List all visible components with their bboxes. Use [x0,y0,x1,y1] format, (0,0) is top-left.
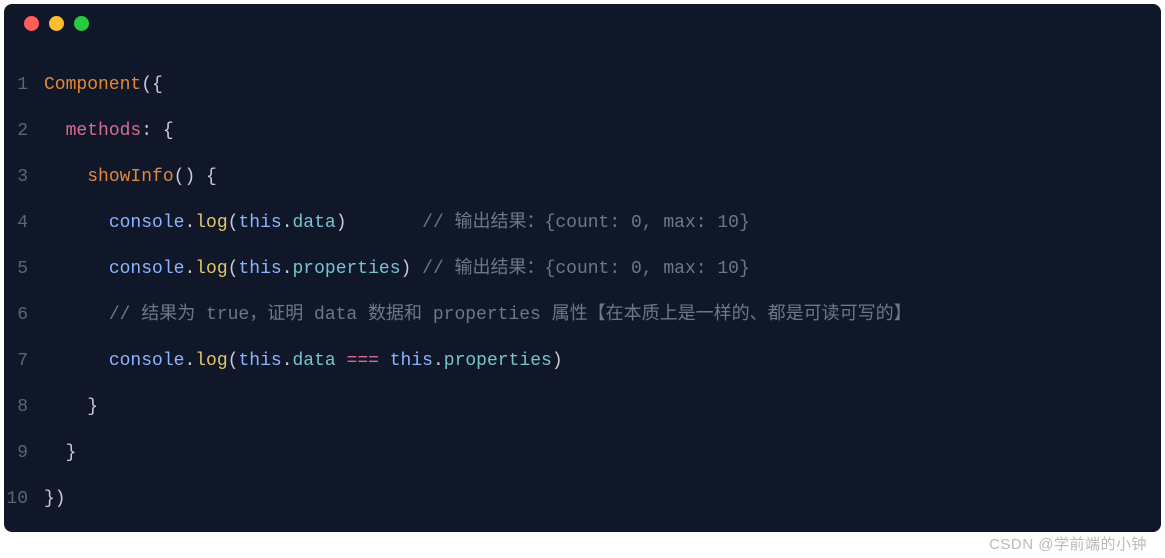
code-area: 1Component({2 methods: {3 showInfo() {4 … [4,42,1161,532]
code-content: } [44,384,98,430]
line-number: 8 [4,384,44,430]
token-punc: ( [228,351,239,371]
token-prop: properties [444,351,552,371]
code-line: 4 console.log(this.data) // 输出结果：{count:… [4,200,1161,246]
token-method: log [195,351,227,371]
token-key: methods [66,121,142,141]
token-punc [336,351,347,371]
token-call: showInfo [87,167,173,187]
line-number: 2 [4,108,44,154]
token-punc: . [184,213,195,233]
code-content: // 结果为 true，证明 data 数据和 properties 属性【在本… [44,292,912,338]
token-punc: ) [552,351,563,371]
token-punc: ( [228,213,239,233]
code-window: 1Component({2 methods: {3 showInfo() {4 … [4,4,1161,532]
token-builtin: this [238,351,281,371]
token-punc: . [184,351,195,371]
code-content: showInfo() { [44,154,217,200]
token-punc: } [87,397,98,417]
token-builtin: this [238,213,281,233]
titlebar [4,4,1161,42]
code-content: }) [44,476,66,522]
token-punc: () { [174,167,217,187]
code-line: 5 console.log(this.properties) // 输出结果：{… [4,246,1161,292]
line-number: 6 [4,292,44,338]
token-punc: : { [141,121,173,141]
token-punc: ) [401,259,423,279]
code-content: Component({ [44,62,163,108]
token-punc: }) [44,489,66,509]
code-line: 1Component({ [4,62,1161,108]
maximize-icon[interactable] [74,16,89,31]
minimize-icon[interactable] [49,16,64,31]
watermark: CSDN @学前端的小钟 [989,533,1147,554]
line-number: 7 [4,338,44,384]
code-line: 3 showInfo() { [4,154,1161,200]
token-comment: // 结果为 true，证明 data 数据和 properties 属性【在本… [109,305,912,325]
token-punc: . [282,213,293,233]
token-prop: data [293,213,336,233]
code-line: 8 } [4,384,1161,430]
close-icon[interactable] [24,16,39,31]
token-comment: // 输出结果：{count: 0, max: 10} [422,213,750,233]
token-builtin: console [109,351,185,371]
code-line: 9 } [4,430,1161,476]
code-line: 6 // 结果为 true，证明 data 数据和 properties 属性【… [4,292,1161,338]
token-builtin: this [238,259,281,279]
token-punc: . [282,259,293,279]
code-content: console.log(this.data === this.propertie… [44,338,563,384]
token-punc: ( [228,259,239,279]
code-line: 7 console.log(this.data === this.propert… [4,338,1161,384]
code-content: } [44,430,76,476]
token-punc: . [433,351,444,371]
token-punc: ) [336,213,422,233]
line-number: 9 [4,430,44,476]
line-number: 3 [4,154,44,200]
token-method: log [195,213,227,233]
token-prop: data [293,351,336,371]
token-method: log [195,259,227,279]
code-content: methods: { [44,108,174,154]
token-call: Component [44,75,141,95]
token-punc: . [184,259,195,279]
token-comment: // 输出结果：{count: 0, max: 10} [422,259,750,279]
code-content: console.log(this.data) // 输出结果：{count: 0… [44,200,750,246]
token-builtin: console [109,213,185,233]
token-op: === [347,351,379,371]
line-number: 5 [4,246,44,292]
line-number: 4 [4,200,44,246]
token-punc [379,351,390,371]
line-number: 10 [4,476,44,522]
line-number: 1 [4,62,44,108]
token-punc: . [282,351,293,371]
token-punc: ({ [141,75,163,95]
token-builtin: console [109,259,185,279]
token-punc: } [66,443,77,463]
token-prop: properties [293,259,401,279]
code-line: 10}) [4,476,1161,522]
code-content: console.log(this.properties) // 输出结果：{co… [44,246,750,292]
token-builtin: this [390,351,433,371]
code-line: 2 methods: { [4,108,1161,154]
